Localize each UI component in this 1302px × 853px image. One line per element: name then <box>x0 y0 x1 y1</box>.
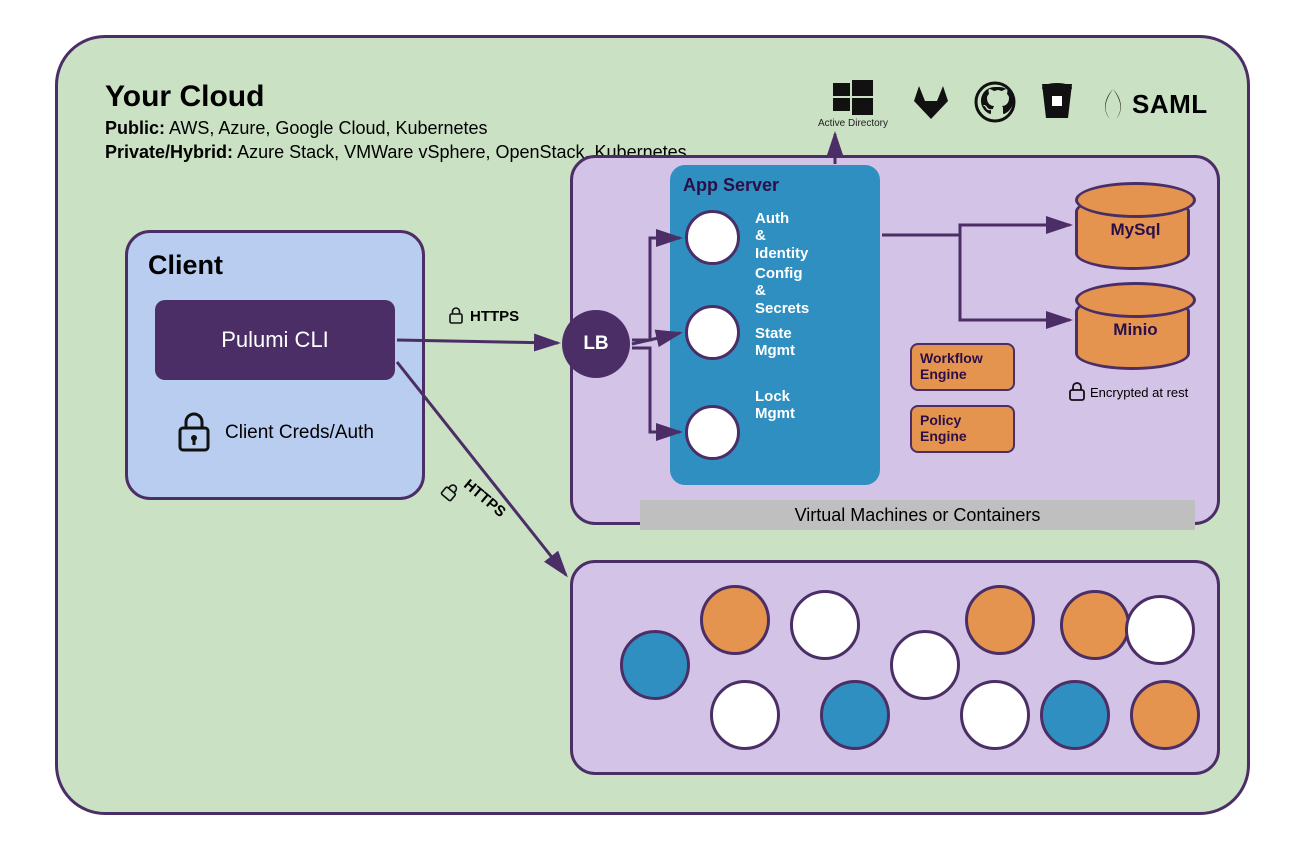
arrows <box>0 0 1302 853</box>
lock-icon <box>448 307 464 325</box>
https-label-1: HTTPS <box>470 308 519 325</box>
